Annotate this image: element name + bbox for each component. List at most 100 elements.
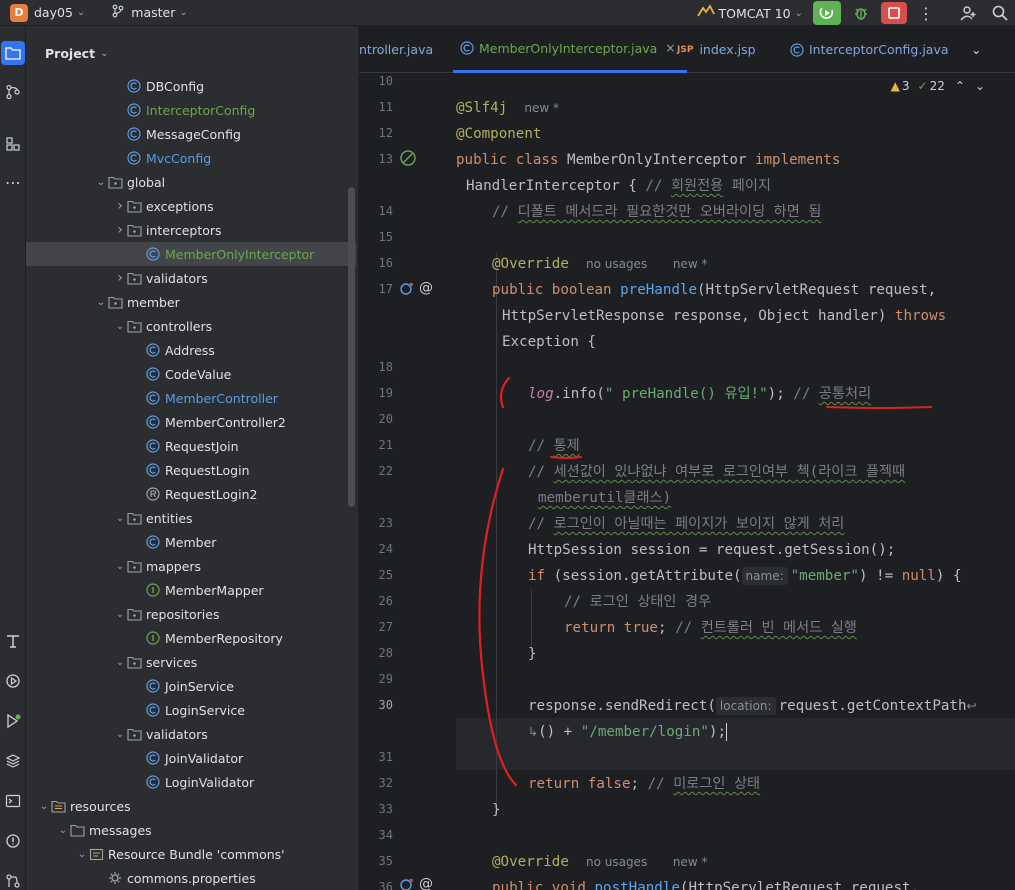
terminal-icon[interactable]: [3, 791, 23, 811]
rerun-button[interactable]: [813, 1, 841, 25]
tab-interceptor-config[interactable]: InterceptorConfig.java: [789, 26, 949, 73]
tree-item[interactable]: MemberMapper: [26, 578, 356, 602]
project-badge[interactable]: D: [10, 3, 28, 22]
tree-item[interactable]: ⌄ member: [26, 290, 356, 314]
tree-item[interactable]: RequestJoin: [26, 434, 356, 458]
tree-item[interactable]: Address: [26, 338, 356, 362]
project-scrollbar[interactable]: [348, 187, 355, 507]
tree-item[interactable]: RequestLogin2: [26, 482, 356, 506]
add-user-icon[interactable]: [955, 1, 981, 25]
tree-item[interactable]: LoginService: [26, 698, 356, 722]
tree-item[interactable]: Member: [26, 530, 356, 554]
tree-item-label: MemberOnlyInterceptor: [165, 246, 315, 262]
class-icon: [145, 246, 161, 262]
chevron-down-icon[interactable]: ⌄: [76, 849, 88, 860]
tree-item[interactable]: RequestLogin: [26, 458, 356, 482]
tree-item[interactable]: MemberController2: [26, 410, 356, 434]
problems-icon[interactable]: [3, 831, 23, 851]
project-folder-icon[interactable]: [1, 41, 25, 65]
tree-item[interactable]: › validators: [26, 266, 356, 290]
class-icon: [145, 342, 161, 358]
tree-item-label: member: [127, 294, 180, 310]
tab-member-controller[interactable]: ntroller.java: [359, 26, 433, 73]
tree-item[interactable]: ⌄ services: [26, 650, 356, 674]
class-icon: [145, 534, 161, 550]
tree-item[interactable]: ⌄ messages: [26, 818, 356, 842]
layers-icon[interactable]: [3, 751, 23, 771]
chevron-down-icon[interactable]: ⌄: [179, 7, 187, 18]
tree-item[interactable]: ⌄ mappers: [26, 554, 356, 578]
git-icon[interactable]: [3, 871, 23, 890]
tree-item[interactable]: JoinValidator: [26, 746, 356, 770]
branch-name[interactable]: master: [131, 5, 175, 20]
tree-item[interactable]: ⌄ entities: [26, 506, 356, 530]
chevron-down-icon[interactable]: ⌄: [114, 513, 126, 524]
chevron-down-icon[interactable]: ⌄: [100, 48, 108, 59]
more-tools-icon[interactable]: ⋯: [3, 172, 23, 192]
structure-icon[interactable]: [3, 134, 23, 154]
chevron-down-icon[interactable]: ⌄: [114, 561, 126, 572]
run-configuration-selector[interactable]: TOMCAT 10 ⌄: [696, 3, 803, 23]
chevron-down-icon[interactable]: ⌄: [38, 801, 50, 812]
text-tool-icon[interactable]: [3, 631, 23, 651]
commit-icon[interactable]: [3, 82, 23, 102]
resources-folder-icon: [50, 798, 66, 814]
tree-item[interactable]: LoginValidator: [26, 770, 356, 794]
tab-label: ntroller.java: [359, 42, 434, 57]
chevron-right-icon[interactable]: ›: [114, 270, 126, 286]
red-bracket-mark: [499, 376, 511, 409]
git-branch-icon[interactable]: [111, 4, 125, 21]
stop-button[interactable]: [881, 2, 907, 24]
tree-item[interactable]: DBConfig: [26, 74, 356, 98]
tree-item[interactable]: CodeValue: [26, 362, 356, 386]
close-icon[interactable]: ×: [665, 41, 675, 55]
chevron-right-icon[interactable]: ›: [114, 198, 126, 214]
chevron-down-icon[interactable]: ⌄: [114, 729, 126, 740]
tree-item[interactable]: ⌄ repositories: [26, 602, 356, 626]
tree-item[interactable]: › interceptors: [26, 218, 356, 242]
chevron-right-icon[interactable]: ›: [114, 222, 126, 238]
tree-item[interactable]: ⌄ resources: [26, 794, 356, 818]
tree-item[interactable]: MemberRepository: [26, 626, 356, 650]
tree-item[interactable]: MemberOnlyInterceptor: [26, 242, 356, 266]
chevron-down-icon[interactable]: ⌄: [95, 177, 107, 188]
tree-item[interactable]: ⌄ global: [26, 170, 356, 194]
tree-item-label: MemberController2: [165, 414, 286, 430]
debug-button[interactable]: [847, 1, 875, 25]
services-icon[interactable]: [3, 671, 23, 691]
tabs-overflow-chevron-icon[interactable]: ⌄: [971, 26, 981, 73]
class-icon: [145, 366, 161, 382]
more-icon[interactable]: ⋮: [913, 1, 939, 25]
tree-item[interactable]: commons.properties: [26, 866, 356, 890]
tree-item[interactable]: ⌄ validators: [26, 722, 356, 746]
tree-item[interactable]: MvcConfig: [26, 146, 356, 170]
search-icon[interactable]: [987, 1, 1013, 25]
tab-index-jsp[interactable]: JSP index.jsp: [677, 26, 756, 73]
chevron-down-icon[interactable]: ⌄: [95, 297, 107, 308]
class-icon: [126, 78, 142, 94]
chevron-down-icon[interactable]: ⌄: [57, 825, 69, 836]
chevron-down-icon[interactable]: ⌄: [114, 657, 126, 668]
tree-item[interactable]: ⌄ controllers: [26, 314, 356, 338]
project-panel-header[interactable]: Project ⌄: [26, 26, 358, 80]
tab-member-only-interceptor[interactable]: MemberOnlyInterceptor.java ×: [453, 26, 688, 73]
package-folder-icon: [126, 318, 142, 334]
tree-item[interactable]: MemberController: [26, 386, 356, 410]
class-icon: [145, 678, 161, 694]
tree-item-label: Resource Bundle 'commons': [108, 846, 285, 862]
tree-item[interactable]: MessageConfig: [26, 122, 356, 146]
tree-item[interactable]: ⌄ Resource Bundle 'commons': [26, 842, 356, 866]
project-name[interactable]: day05: [34, 5, 73, 20]
tree-item-label: MvcConfig: [146, 150, 212, 166]
class-icon: [145, 390, 161, 406]
tree-item-label: mappers: [146, 558, 202, 574]
chevron-down-icon[interactable]: ⌄: [114, 609, 126, 620]
tomcat-icon: [696, 3, 715, 23]
run-icon[interactable]: [3, 711, 23, 731]
chevron-down-icon[interactable]: ⌄: [77, 7, 85, 18]
code-editor[interactable]: ▲ 3 ✓ 22 ⌃ ⌄ 10 11 12 13 14 15 16 17 18 19 20 21 22 2…: [359, 73, 1015, 890]
tree-item[interactable]: InterceptorConfig: [26, 98, 356, 122]
tree-item[interactable]: JoinService: [26, 674, 356, 698]
tree-item[interactable]: › exceptions: [26, 194, 356, 218]
chevron-down-icon[interactable]: ⌄: [114, 321, 126, 332]
